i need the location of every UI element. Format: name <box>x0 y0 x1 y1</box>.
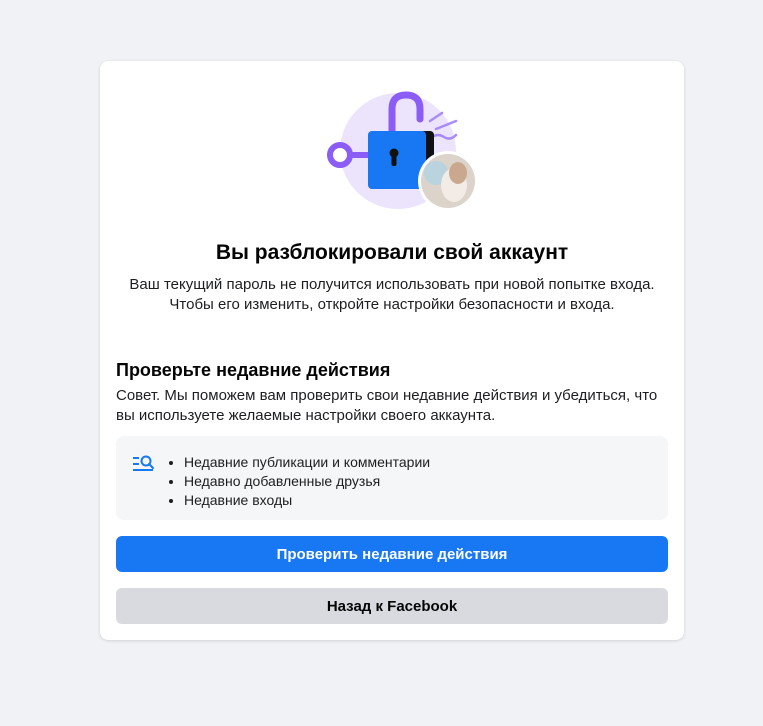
dialog-subtitle: Ваш текущий пароль не получится использо… <box>129 276 655 313</box>
keyhole-slot <box>391 153 397 166</box>
profile-photo-hair <box>449 162 467 184</box>
recent-activity-heading: Проверьте недавние действия <box>116 360 391 380</box>
list-item: Недавние публикации и комментарии <box>184 453 430 472</box>
list-item: Недавно добавленные друзья <box>184 472 430 491</box>
list-item: Недавние входы <box>184 491 430 510</box>
recent-activity-list: Недавние публикации и комментарии Недавн… <box>166 453 430 510</box>
recent-activity-description: Совет. Мы поможем вам проверить свои нед… <box>116 387 658 424</box>
back-to-facebook-button[interactable]: Назад к Facebook <box>116 588 668 624</box>
unlocked-padlock-illustration <box>327 91 478 211</box>
padlock-body <box>368 131 426 189</box>
unlock-confirmation-card: Вы разблокировали свой аккаунт Ваш текущ… <box>100 61 684 640</box>
search-list-icon <box>133 455 154 471</box>
key-bow <box>327 142 353 168</box>
recent-activity-list-box: Недавние публикации и комментарии Недавн… <box>116 436 668 520</box>
dialog-title: Вы разблокировали свой аккаунт <box>215 241 569 264</box>
review-recent-activity-button[interactable]: Проверить недавние действия <box>116 536 668 572</box>
